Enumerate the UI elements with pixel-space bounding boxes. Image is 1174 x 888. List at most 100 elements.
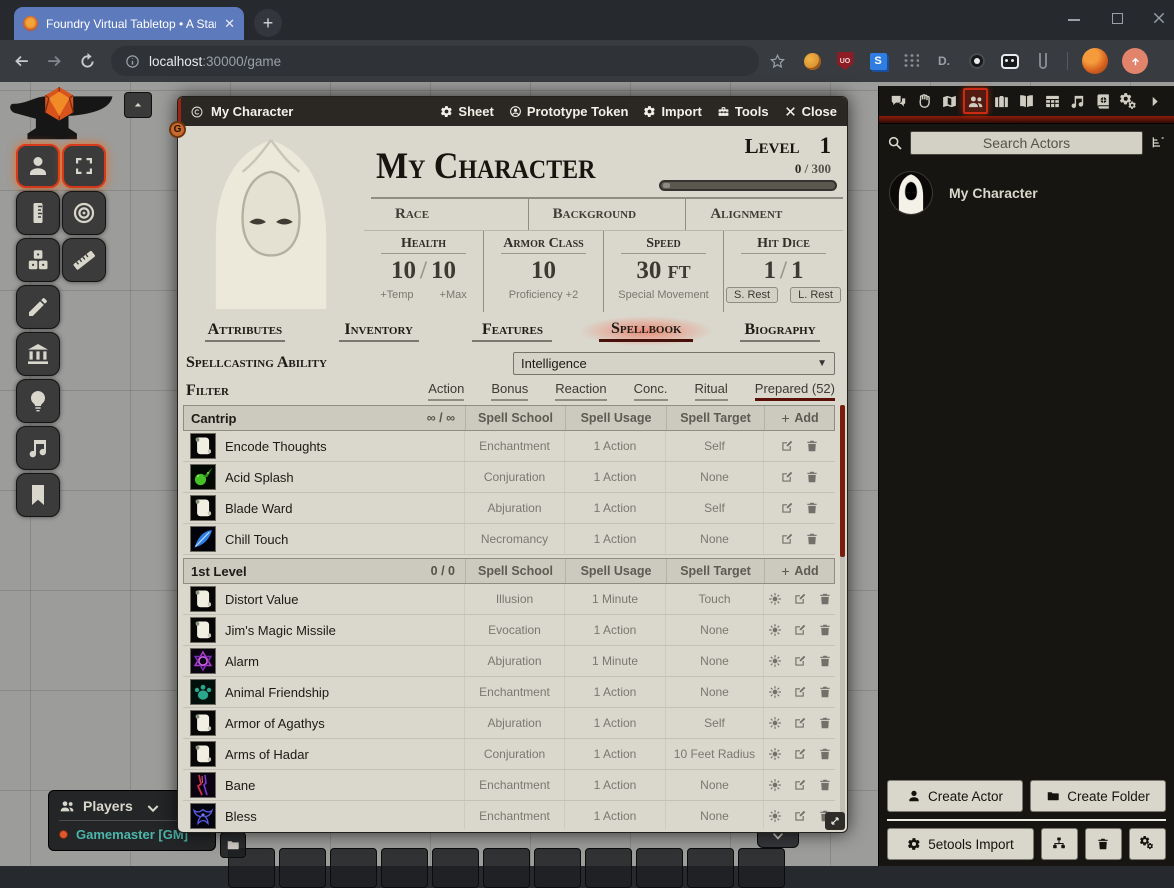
sidebar-tab-fist[interactable] [912, 88, 938, 114]
delete-all-button[interactable] [1085, 828, 1122, 860]
character-portrait[interactable] [186, 135, 356, 309]
hotbar-slot[interactable] [432, 848, 479, 888]
game-canvas[interactable]: Players Gamemaster [GM] My Character She… [0, 82, 1174, 866]
add-spell-button[interactable]: Add [780, 411, 818, 425]
spell-name[interactable]: Blade Ward [225, 501, 292, 516]
spellcasting-ability-select[interactable]: Intelligence ▼ [513, 352, 835, 375]
section-slots[interactable]: 0 / 0 [431, 564, 455, 578]
tool-expand-button[interactable] [62, 144, 106, 188]
header-prototype-token-button[interactable]: Prototype Token [509, 104, 629, 119]
prepare-toggle-icon[interactable] [768, 685, 782, 699]
trash-icon[interactable] [818, 716, 832, 730]
spell-row[interactable]: BlessEnchantment1 ActionNone [183, 801, 835, 829]
extension-bluesq-icon[interactable]: S [868, 51, 888, 71]
trash-icon[interactable] [805, 532, 819, 546]
sidebar-tab-users[interactable] [963, 88, 989, 114]
spell-name[interactable]: Distort Value [225, 592, 298, 607]
folder-tree-icon[interactable] [1150, 135, 1166, 151]
ac-value[interactable]: 10 [531, 257, 556, 284]
character-name[interactable]: My Character [376, 145, 595, 188]
spell-scroll-icon[interactable]: G [190, 617, 216, 643]
tool-user-button[interactable] [16, 144, 60, 188]
trash-icon[interactable] [805, 439, 819, 453]
hotbar-slot[interactable] [687, 848, 734, 888]
section-slots[interactable]: ∞ / ∞ [427, 411, 455, 425]
address-bar[interactable]: localhost :30000/game [111, 46, 759, 76]
add-spell-button[interactable]: Add [780, 564, 818, 578]
spell-name[interactable]: Jim's Magic Missile [225, 623, 336, 638]
actor-list-item[interactable]: My Character [879, 168, 1174, 218]
spell-scroll-icon[interactable]: G [190, 495, 216, 521]
window-minimize-button[interactable] [1068, 19, 1080, 21]
spell-name[interactable]: Acid Splash [225, 470, 294, 485]
extension-fork-icon[interactable] [1033, 51, 1053, 71]
header-import-button[interactable]: Import [643, 104, 701, 119]
field-alignment[interactable]: Alignment [686, 199, 843, 230]
window-close-button[interactable] [1152, 11, 1166, 25]
macro-hotbar[interactable] [228, 848, 785, 888]
extension-dots-icon[interactable] [901, 51, 921, 71]
sidebar-tab-caret-right[interactable] [1142, 88, 1168, 114]
hp-tempmax-label[interactable]: +Max [440, 289, 467, 301]
prepare-toggle-icon[interactable] [768, 592, 782, 606]
spell-name[interactable]: Encode Thoughts [225, 439, 327, 454]
extension-eye-icon[interactable] [967, 51, 987, 71]
tool-pencil-button[interactable] [16, 285, 60, 329]
sidebar-tab-comments[interactable] [886, 88, 912, 114]
sidebar-tab-suitcase[interactable] [988, 88, 1014, 114]
xp-display[interactable]: 0 / 300 [795, 161, 831, 177]
prepare-toggle-icon[interactable] [768, 809, 782, 823]
extension-shield-icon[interactable]: UO [835, 51, 855, 71]
spell-list-scrollbar[interactable] [840, 405, 845, 826]
new-tab-button[interactable]: + [254, 9, 282, 37]
trash-icon[interactable] [818, 778, 832, 792]
header-sheet-button[interactable]: Sheet [440, 104, 493, 119]
filter-ritual[interactable]: Ritual [695, 381, 728, 401]
spell-name[interactable]: Arms of Hadar [225, 747, 309, 762]
hit-dice-current[interactable]: 1 [764, 257, 777, 284]
health-stat[interactable]: Health 10/10 +Temp+Max [364, 231, 483, 312]
settings-button[interactable] [1129, 828, 1166, 860]
spell-bless-icon[interactable] [190, 803, 216, 829]
search-input[interactable] [910, 131, 1143, 155]
hotbar-slot[interactable] [483, 848, 530, 888]
trash-icon[interactable] [818, 592, 832, 606]
sidebar-tab-music[interactable] [1065, 88, 1091, 114]
tool-bank-button[interactable] [16, 332, 60, 376]
edit-icon[interactable] [793, 778, 807, 792]
field-race[interactable]: Race [371, 199, 529, 230]
window-resize-handle[interactable] [825, 812, 845, 830]
prepare-toggle-icon[interactable] [768, 747, 782, 761]
special-movement-link[interactable]: Special Movement [618, 289, 709, 301]
hit-dice-max[interactable]: 1 [791, 257, 804, 284]
create-actor-button[interactable]: Create Actor [887, 780, 1023, 812]
hotbar-slot[interactable] [738, 848, 785, 888]
browser-tab[interactable]: Foundry Virtual Tabletop • A Stan ✕ [14, 7, 244, 40]
header-close-button[interactable]: Close [784, 104, 837, 119]
filter-reaction[interactable]: Reaction [555, 381, 606, 401]
tool-music-button[interactable] [16, 426, 60, 470]
create-folder-button[interactable]: Create Folder [1030, 780, 1166, 812]
spell-alarm-icon[interactable] [190, 648, 216, 674]
tool-bookmark-button[interactable] [16, 473, 60, 517]
trash-icon[interactable] [805, 470, 819, 484]
spell-acid-icon[interactable] [190, 464, 216, 490]
back-icon[interactable] [12, 52, 31, 71]
spell-row[interactable]: BaneEnchantment1 ActionNone [183, 770, 835, 801]
macro-folder-button[interactable] [220, 832, 246, 858]
spell-row[interactable]: GArms of HadarConjuration1 Action10 Feet… [183, 739, 835, 770]
hp-temp-label[interactable]: +Temp [380, 289, 413, 301]
spell-name[interactable]: Bless [225, 809, 257, 824]
window-maximize-button[interactable] [1112, 13, 1123, 24]
tool-lightbulb-button[interactable] [16, 379, 60, 423]
bookmark-star-icon[interactable] [769, 53, 786, 70]
tab-features[interactable]: Features [446, 316, 580, 346]
prepare-toggle-icon[interactable] [768, 623, 782, 637]
character-sheet-window[interactable]: My Character SheetPrototype TokenImportT… [177, 96, 848, 833]
hotbar-slot[interactable] [279, 848, 326, 888]
spell-name[interactable]: Alarm [225, 654, 259, 669]
spell-row[interactable]: GBlade WardAbjuration1 ActionSelf [183, 493, 835, 524]
edit-icon[interactable] [793, 654, 807, 668]
trash-icon[interactable] [818, 747, 832, 761]
tab-biography[interactable]: Biography [713, 316, 847, 346]
